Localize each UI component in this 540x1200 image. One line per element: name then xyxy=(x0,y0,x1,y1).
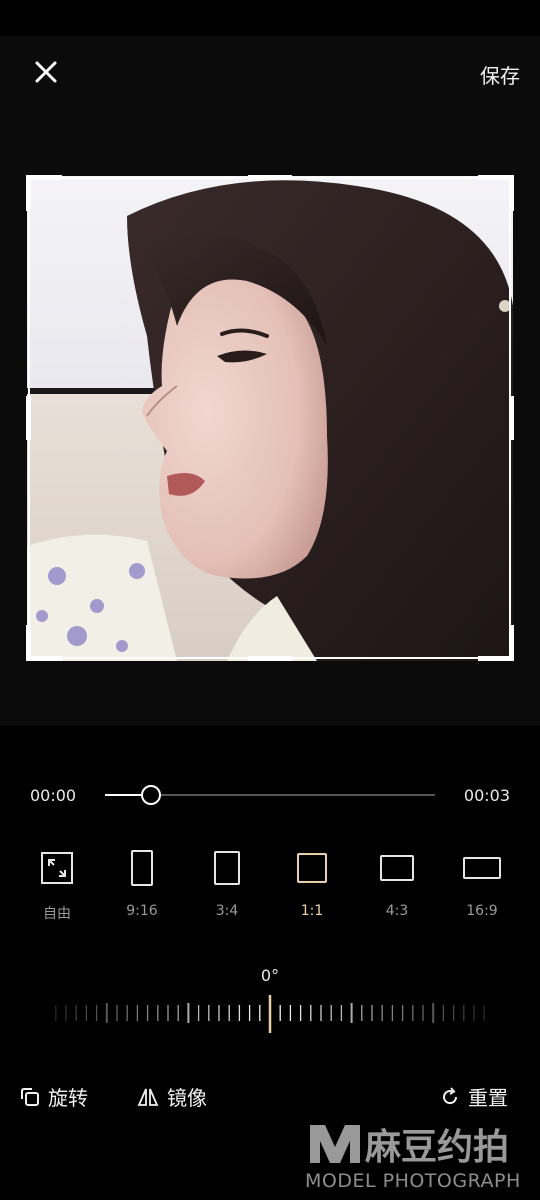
rotate-button[interactable]: 旋转 xyxy=(20,1082,88,1111)
ratio-4-3-icon xyxy=(380,855,414,881)
ratio-1-1-icon xyxy=(297,853,327,883)
ratio-label: 3:4 xyxy=(215,903,239,919)
rotate-icon xyxy=(21,1087,39,1106)
mirror-label: 镜像 xyxy=(167,1086,207,1110)
aspect-ratio-bar: 自由 9:16 3:4 1:1 4:3 16:9 xyxy=(0,845,540,925)
ratio-16-9[interactable]: 16:9 xyxy=(447,845,517,925)
watermark: 麻豆约拍 MODEL PHOTOGRAPH xyxy=(305,1115,535,1200)
rotation-angle: 0° xyxy=(260,966,280,985)
watermark-subtitle: MODEL PHOTOGRAPH xyxy=(305,1170,521,1192)
current-time: 00:00 xyxy=(30,786,77,805)
timeline-track[interactable] xyxy=(105,785,435,805)
crop-handle-bottom-left-v[interactable] xyxy=(26,625,31,661)
crop-handle-bottom-right-v[interactable] xyxy=(509,625,514,661)
crop-handle-top-left-v[interactable] xyxy=(26,175,31,211)
ratio-4-3[interactable]: 4:3 xyxy=(362,845,432,925)
ratio-label: 自由 xyxy=(43,906,71,922)
free-crop-icon xyxy=(41,852,73,884)
ratio-label: 1:1 xyxy=(300,903,324,919)
save-button[interactable]: 保存 xyxy=(480,60,520,89)
ratio-9-16[interactable]: 9:16 xyxy=(107,845,177,925)
ratio-16-9-icon xyxy=(463,857,501,879)
crop-handle-top-mid[interactable] xyxy=(248,175,292,180)
crop-handle-top-left-h[interactable] xyxy=(26,175,62,180)
close-icon xyxy=(35,61,57,83)
status-bar xyxy=(0,0,540,36)
reset-icon xyxy=(443,1086,458,1104)
top-bar xyxy=(0,36,540,128)
crop-canvas[interactable] xyxy=(0,128,540,726)
total-time: 00:03 xyxy=(463,786,510,805)
crop-handle-bottom-mid[interactable] xyxy=(248,656,292,661)
mirror-icon xyxy=(137,1088,159,1106)
ratio-9-16-icon xyxy=(131,850,153,886)
ratio-3-4-icon xyxy=(214,851,240,885)
ratio-free[interactable]: 自由 xyxy=(22,845,92,925)
crop-handle-bottom-left-h[interactable] xyxy=(26,656,62,661)
ratio-label: 16:9 xyxy=(466,903,498,919)
ratio-1-1[interactable]: 1:1 xyxy=(277,845,347,925)
watermark-brand: 麻豆约拍 xyxy=(365,1127,509,1168)
rotate-label: 旋转 xyxy=(48,1086,88,1110)
crop-handle-right-mid[interactable] xyxy=(509,396,514,440)
crop-handle-top-right-v[interactable] xyxy=(509,175,514,211)
mirror-button[interactable]: 镜像 xyxy=(137,1082,207,1111)
ratio-label: 4:3 xyxy=(385,903,409,919)
ratio-label: 9:16 xyxy=(126,903,158,919)
ratio-3-4[interactable]: 3:4 xyxy=(192,845,262,925)
portrait-photo[interactable] xyxy=(27,176,513,661)
portrait-illustration xyxy=(27,176,513,661)
video-timeline: 00:00 00:03 xyxy=(0,770,540,820)
reset-label: 重置 xyxy=(468,1086,508,1110)
watermark-logo: 麻豆约拍 xyxy=(310,1125,509,1168)
crop-handle-left-mid[interactable] xyxy=(26,396,31,440)
close-button[interactable] xyxy=(30,56,62,88)
rotation-ruler[interactable] xyxy=(0,995,540,1035)
reset-button[interactable]: 重置 xyxy=(440,1082,508,1111)
timeline-scrubber[interactable] xyxy=(141,785,161,805)
